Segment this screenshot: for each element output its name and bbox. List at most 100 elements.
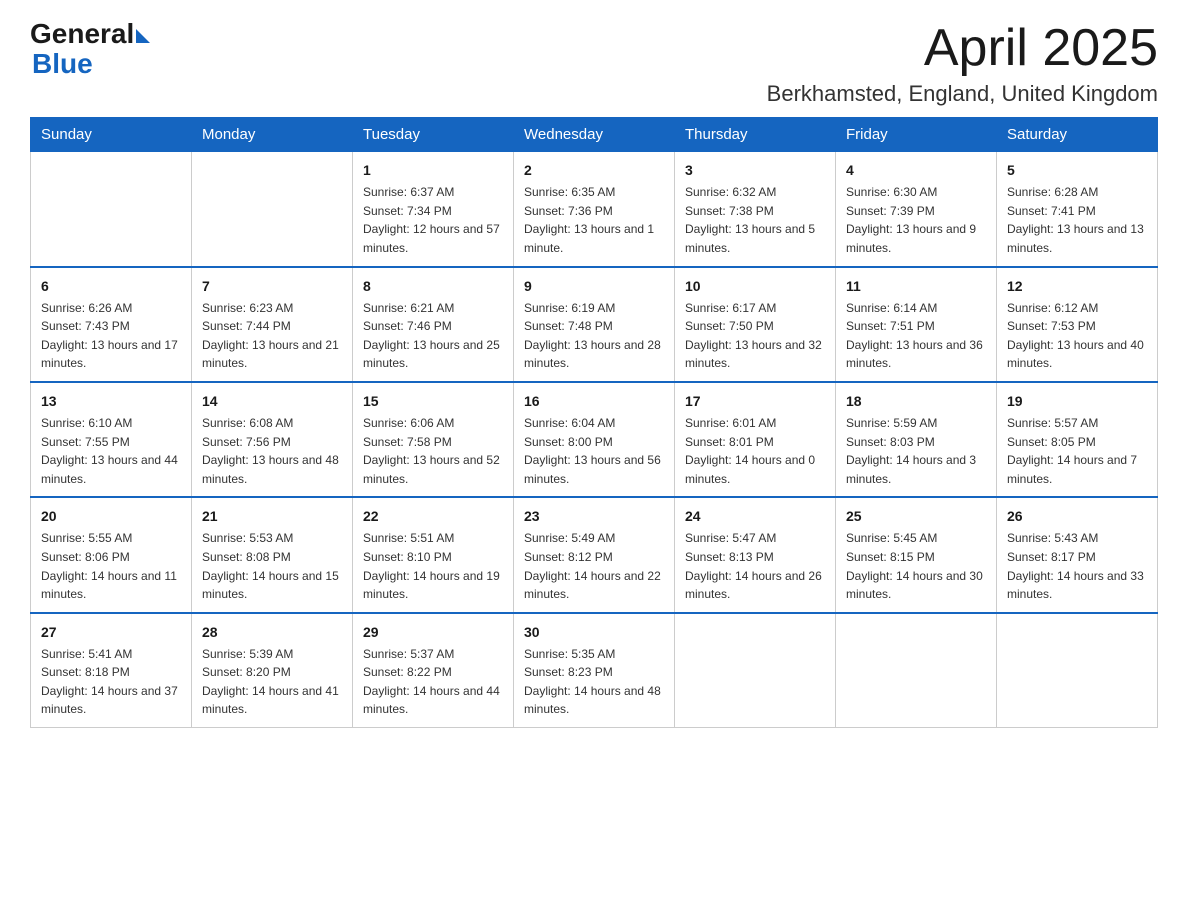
logo: General	[30, 20, 150, 48]
calendar-cell: 22Sunrise: 5:51 AMSunset: 8:10 PMDayligh…	[353, 497, 514, 612]
day-number: 10	[685, 276, 825, 297]
day-number: 6	[41, 276, 181, 297]
calendar-cell	[836, 613, 997, 728]
day-number: 4	[846, 160, 986, 181]
day-number: 24	[685, 506, 825, 527]
calendar-cell: 21Sunrise: 5:53 AMSunset: 8:08 PMDayligh…	[192, 497, 353, 612]
calendar-week-row: 1Sunrise: 6:37 AMSunset: 7:34 PMDaylight…	[31, 152, 1158, 267]
calendar-cell: 16Sunrise: 6:04 AMSunset: 8:00 PMDayligh…	[514, 382, 675, 497]
calendar-cell: 10Sunrise: 6:17 AMSunset: 7:50 PMDayligh…	[675, 267, 836, 382]
calendar-cell: 5Sunrise: 6:28 AMSunset: 7:41 PMDaylight…	[997, 152, 1158, 267]
logo-blue-text: Blue	[32, 48, 93, 80]
calendar-cell: 7Sunrise: 6:23 AMSunset: 7:44 PMDaylight…	[192, 267, 353, 382]
calendar-cell: 2Sunrise: 6:35 AMSunset: 7:36 PMDaylight…	[514, 152, 675, 267]
day-of-week-header: Saturday	[997, 118, 1158, 152]
logo-arrow-icon	[136, 29, 150, 43]
day-number: 23	[524, 506, 664, 527]
calendar-cell	[31, 152, 192, 267]
calendar-cell: 26Sunrise: 5:43 AMSunset: 8:17 PMDayligh…	[997, 497, 1158, 612]
day-info: Sunrise: 6:12 AMSunset: 7:53 PMDaylight:…	[1007, 299, 1147, 373]
header: General Blue April 2025 Berkhamsted, Eng…	[30, 20, 1158, 107]
day-number: 15	[363, 391, 503, 412]
day-number: 22	[363, 506, 503, 527]
calendar-cell: 12Sunrise: 6:12 AMSunset: 7:53 PMDayligh…	[997, 267, 1158, 382]
day-info: Sunrise: 5:39 AMSunset: 8:20 PMDaylight:…	[202, 645, 342, 719]
day-number: 11	[846, 276, 986, 297]
calendar-cell: 28Sunrise: 5:39 AMSunset: 8:20 PMDayligh…	[192, 613, 353, 728]
day-info: Sunrise: 6:17 AMSunset: 7:50 PMDaylight:…	[685, 299, 825, 373]
logo-area: General Blue	[30, 20, 150, 80]
day-info: Sunrise: 5:57 AMSunset: 8:05 PMDaylight:…	[1007, 414, 1147, 488]
day-number: 25	[846, 506, 986, 527]
day-of-week-header: Friday	[836, 118, 997, 152]
day-number: 12	[1007, 276, 1147, 297]
calendar-cell: 14Sunrise: 6:08 AMSunset: 7:56 PMDayligh…	[192, 382, 353, 497]
calendar-cell: 6Sunrise: 6:26 AMSunset: 7:43 PMDaylight…	[31, 267, 192, 382]
calendar-cell: 29Sunrise: 5:37 AMSunset: 8:22 PMDayligh…	[353, 613, 514, 728]
day-number: 28	[202, 622, 342, 643]
day-number: 26	[1007, 506, 1147, 527]
day-info: Sunrise: 5:59 AMSunset: 8:03 PMDaylight:…	[846, 414, 986, 488]
day-of-week-header: Tuesday	[353, 118, 514, 152]
day-number: 18	[846, 391, 986, 412]
calendar-cell: 25Sunrise: 5:45 AMSunset: 8:15 PMDayligh…	[836, 497, 997, 612]
day-info: Sunrise: 5:41 AMSunset: 8:18 PMDaylight:…	[41, 645, 181, 719]
day-number: 21	[202, 506, 342, 527]
day-info: Sunrise: 6:01 AMSunset: 8:01 PMDaylight:…	[685, 414, 825, 488]
day-of-week-header: Wednesday	[514, 118, 675, 152]
calendar-header-row: SundayMondayTuesdayWednesdayThursdayFrid…	[31, 118, 1158, 152]
calendar-cell: 30Sunrise: 5:35 AMSunset: 8:23 PMDayligh…	[514, 613, 675, 728]
calendar-cell: 13Sunrise: 6:10 AMSunset: 7:55 PMDayligh…	[31, 382, 192, 497]
day-info: Sunrise: 5:45 AMSunset: 8:15 PMDaylight:…	[846, 529, 986, 603]
calendar-cell	[192, 152, 353, 267]
day-info: Sunrise: 6:06 AMSunset: 7:58 PMDaylight:…	[363, 414, 503, 488]
day-info: Sunrise: 5:37 AMSunset: 8:22 PMDaylight:…	[363, 645, 503, 719]
calendar-cell: 3Sunrise: 6:32 AMSunset: 7:38 PMDaylight…	[675, 152, 836, 267]
day-number: 14	[202, 391, 342, 412]
day-number: 3	[685, 160, 825, 181]
day-number: 27	[41, 622, 181, 643]
day-number: 7	[202, 276, 342, 297]
day-info: Sunrise: 6:10 AMSunset: 7:55 PMDaylight:…	[41, 414, 181, 488]
day-info: Sunrise: 6:30 AMSunset: 7:39 PMDaylight:…	[846, 183, 986, 257]
day-info: Sunrise: 6:32 AMSunset: 7:38 PMDaylight:…	[685, 183, 825, 257]
calendar-cell: 11Sunrise: 6:14 AMSunset: 7:51 PMDayligh…	[836, 267, 997, 382]
calendar-table: SundayMondayTuesdayWednesdayThursdayFrid…	[30, 117, 1158, 728]
calendar-cell: 8Sunrise: 6:21 AMSunset: 7:46 PMDaylight…	[353, 267, 514, 382]
calendar-cell: 19Sunrise: 5:57 AMSunset: 8:05 PMDayligh…	[997, 382, 1158, 497]
calendar-cell: 20Sunrise: 5:55 AMSunset: 8:06 PMDayligh…	[31, 497, 192, 612]
day-info: Sunrise: 6:23 AMSunset: 7:44 PMDaylight:…	[202, 299, 342, 373]
calendar-body: 1Sunrise: 6:37 AMSunset: 7:34 PMDaylight…	[31, 152, 1158, 728]
day-info: Sunrise: 5:47 AMSunset: 8:13 PMDaylight:…	[685, 529, 825, 603]
day-number: 16	[524, 391, 664, 412]
day-info: Sunrise: 5:55 AMSunset: 8:06 PMDaylight:…	[41, 529, 181, 603]
calendar-week-row: 6Sunrise: 6:26 AMSunset: 7:43 PMDaylight…	[31, 267, 1158, 382]
day-info: Sunrise: 5:43 AMSunset: 8:17 PMDaylight:…	[1007, 529, 1147, 603]
logo-general-text: General	[30, 20, 134, 48]
day-number: 29	[363, 622, 503, 643]
location-subtitle: Berkhamsted, England, United Kingdom	[767, 81, 1158, 107]
calendar-cell: 4Sunrise: 6:30 AMSunset: 7:39 PMDaylight…	[836, 152, 997, 267]
day-info: Sunrise: 6:26 AMSunset: 7:43 PMDaylight:…	[41, 299, 181, 373]
day-number: 19	[1007, 391, 1147, 412]
day-number: 20	[41, 506, 181, 527]
day-number: 13	[41, 391, 181, 412]
day-of-week-header: Thursday	[675, 118, 836, 152]
title-area: April 2025 Berkhamsted, England, United …	[767, 20, 1158, 107]
calendar-week-row: 20Sunrise: 5:55 AMSunset: 8:06 PMDayligh…	[31, 497, 1158, 612]
calendar-cell: 17Sunrise: 6:01 AMSunset: 8:01 PMDayligh…	[675, 382, 836, 497]
day-number: 2	[524, 160, 664, 181]
calendar-cell: 1Sunrise: 6:37 AMSunset: 7:34 PMDaylight…	[353, 152, 514, 267]
calendar-cell	[997, 613, 1158, 728]
day-info: Sunrise: 6:28 AMSunset: 7:41 PMDaylight:…	[1007, 183, 1147, 257]
day-info: Sunrise: 5:49 AMSunset: 8:12 PMDaylight:…	[524, 529, 664, 603]
day-number: 1	[363, 160, 503, 181]
calendar-cell: 15Sunrise: 6:06 AMSunset: 7:58 PMDayligh…	[353, 382, 514, 497]
day-number: 5	[1007, 160, 1147, 181]
month-title: April 2025	[767, 20, 1158, 77]
day-of-week-header: Sunday	[31, 118, 192, 152]
day-of-week-header: Monday	[192, 118, 353, 152]
day-info: Sunrise: 6:08 AMSunset: 7:56 PMDaylight:…	[202, 414, 342, 488]
day-info: Sunrise: 6:35 AMSunset: 7:36 PMDaylight:…	[524, 183, 664, 257]
day-info: Sunrise: 6:37 AMSunset: 7:34 PMDaylight:…	[363, 183, 503, 257]
